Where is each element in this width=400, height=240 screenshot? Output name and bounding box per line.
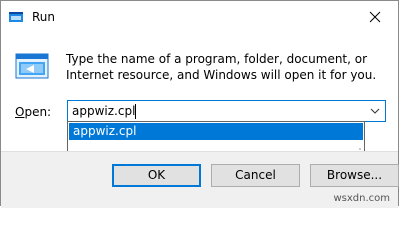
run-dialog: Run Type the name of a program, folder, …	[0, 0, 399, 208]
open-input[interactable]: appwiz.cpl	[72, 103, 135, 119]
open-label: Open:	[15, 105, 52, 119]
close-button[interactable]	[352, 1, 398, 32]
browse-button[interactable]: Browse...	[310, 164, 399, 187]
window-title: Run	[32, 10, 56, 24]
ok-button[interactable]: OK	[112, 164, 201, 187]
run-app-icon	[8, 9, 24, 25]
chevron-down-icon	[370, 108, 380, 114]
text-caret	[135, 104, 136, 119]
watermark: wsxdn.com	[333, 193, 390, 204]
close-icon	[369, 11, 381, 22]
dropdown-item[interactable]: appwiz.cpl	[69, 123, 363, 140]
open-combobox[interactable]: appwiz.cpl	[67, 100, 386, 122]
description-text: Type the name of a program, folder, docu…	[66, 52, 377, 82]
cancel-button[interactable]: Cancel	[211, 164, 300, 187]
run-program-icon	[15, 52, 49, 84]
dropdown-toggle[interactable]	[368, 105, 382, 117]
title-bar[interactable]: Run	[1, 1, 398, 33]
